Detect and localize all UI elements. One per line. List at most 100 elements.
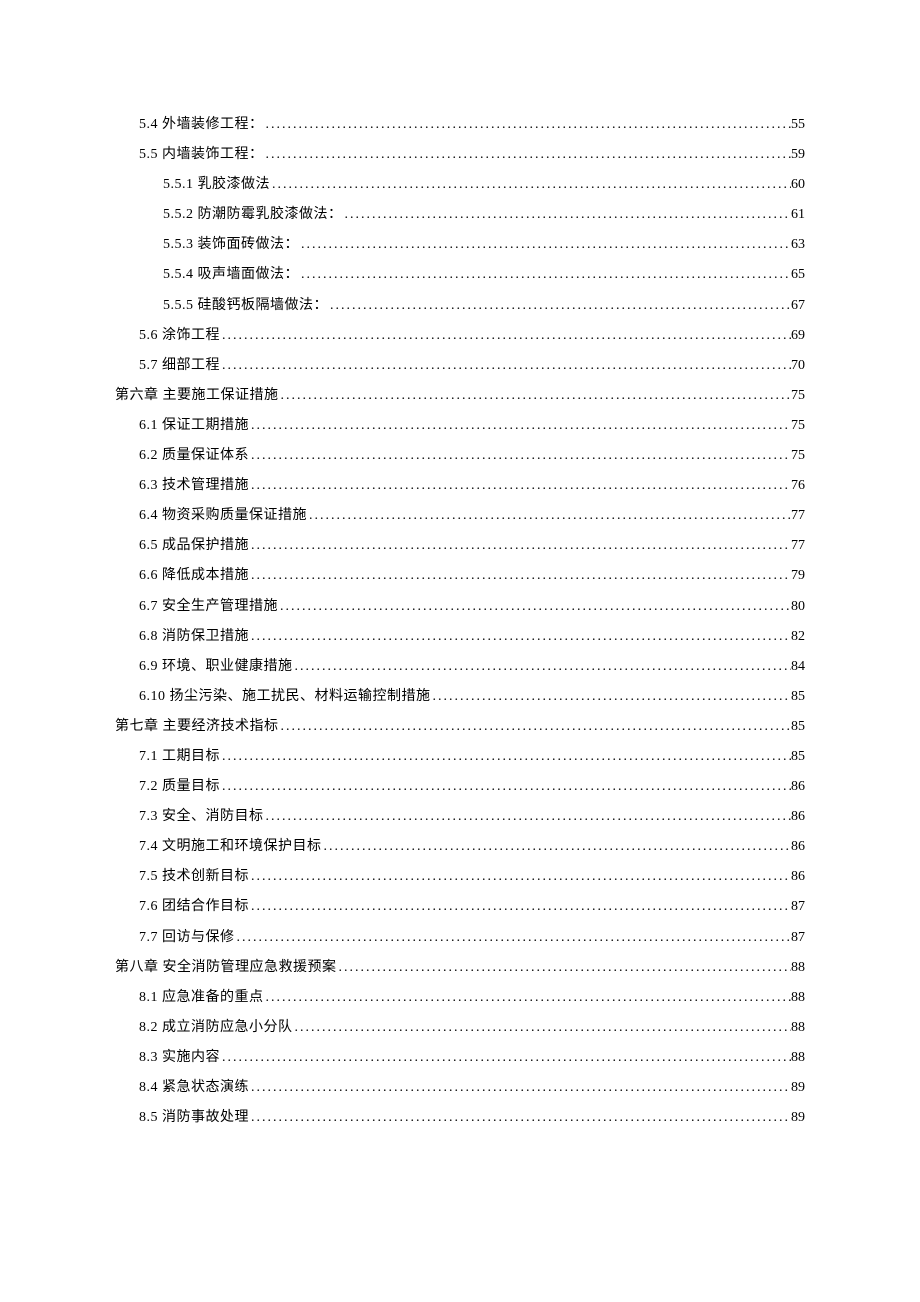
toc-entry-dots — [220, 321, 791, 351]
toc-entry: 6.10 扬尘污染、施工扰民、材料运输控制措施85 — [115, 682, 805, 712]
toc-entry-page: 65 — [791, 260, 805, 290]
toc-entry-page: 85 — [791, 712, 805, 742]
toc-entry-label: 8.5 消防事故处理 — [139, 1103, 249, 1133]
toc-entry-page: 87 — [791, 923, 805, 953]
toc-entry-dots — [249, 1073, 791, 1103]
toc-entry-label: 8.2 成立消防应急小分队 — [139, 1013, 293, 1043]
toc-entry: 5.5.4 吸声墙面做法： 65 — [115, 260, 805, 290]
toc-entry-label: 8.4 紧急状态演练 — [139, 1073, 249, 1103]
toc-entry-dots — [322, 832, 792, 862]
toc-entry-label: 8.3 实施内容 — [139, 1043, 220, 1073]
toc-entry: 第七章 主要经济技术指标 85 — [115, 712, 805, 742]
toc-entry: 7.3 安全、消防目标 86 — [115, 802, 805, 832]
toc-entry-label: 7.7 回访与保修 — [139, 923, 235, 953]
toc-entry-label: 7.2 质量目标 — [139, 772, 220, 802]
toc-entry-page: 85 — [791, 742, 805, 772]
toc-entry-page: 67 — [791, 291, 805, 321]
toc-entry-label: 5.7 细部工程 — [139, 351, 220, 381]
toc-entry-label: 5.5.3 装饰面砖做法： — [163, 230, 299, 260]
toc-entry-page: 86 — [791, 802, 805, 832]
toc-entry-label: 7.6 团结合作目标 — [139, 892, 249, 922]
toc-entry: 5.7 细部工程 70 — [115, 351, 805, 381]
toc-entry-label: 7.3 安全、消防目标 — [139, 802, 264, 832]
toc-entry-label: 6.2 质量保证体系 — [139, 441, 249, 471]
toc-entry: 6.9 环境、职业健康措施84 — [115, 652, 805, 682]
toc-entry: 6.3 技术管理措施76 — [115, 471, 805, 501]
toc-entry-page: 88 — [791, 1043, 805, 1073]
toc-entry-page: 89 — [791, 1103, 805, 1133]
toc-entry-dots — [249, 411, 791, 441]
toc-entry-page: 76 — [791, 471, 805, 501]
toc-entry-label: 6.1 保证工期措施 — [139, 411, 249, 441]
toc-entry-dots — [293, 1013, 792, 1043]
toc-entry-label: 5.5.4 吸声墙面做法： — [163, 260, 299, 290]
toc-entry-label: 6.7 安全生产管理措施 — [139, 592, 278, 622]
toc-entry: 6.5 成品保护措施 77 — [115, 531, 805, 561]
toc-entry-page: 60 — [791, 170, 805, 200]
toc-entry: 7.1 工期目标85 — [115, 742, 805, 772]
toc-entry-dots — [299, 230, 791, 260]
toc-entry-label: 6.9 环境、职业健康措施 — [139, 652, 293, 682]
toc-entry-label: 5.5.1 乳胶漆做法 — [163, 170, 270, 200]
toc-entry-page: 86 — [791, 862, 805, 892]
toc-entry-page: 75 — [791, 381, 805, 411]
toc-entry-page: 79 — [791, 561, 805, 591]
toc-entry-dots — [431, 682, 792, 712]
toc-entry: 5.4 外墙装修工程：55 — [115, 110, 805, 140]
toc-entry-page: 88 — [791, 983, 805, 1013]
toc-entry-page: 75 — [791, 411, 805, 441]
toc-entry: 6.8 消防保卫措施 82 — [115, 622, 805, 652]
toc-entry-dots — [279, 381, 792, 411]
toc-entry-page: 63 — [791, 230, 805, 260]
toc-entry-dots — [299, 260, 791, 290]
toc-entry: 6.6 降低成本措施79 — [115, 561, 805, 591]
toc-entry-label: 5.6 涂饰工程 — [139, 321, 220, 351]
toc-entry-dots — [264, 140, 792, 170]
toc-entry-dots — [220, 351, 791, 381]
toc-entry: 7.5 技术创新目标86 — [115, 862, 805, 892]
toc-entry: 7.2 质量目标86 — [115, 772, 805, 802]
toc-entry-dots — [270, 170, 791, 200]
toc-entry-page: 77 — [791, 531, 805, 561]
toc-entry: 8.5 消防事故处理 89 — [115, 1103, 805, 1133]
toc-entry-page: 59 — [791, 140, 805, 170]
toc-entry: 7.6 团结合作目标 87 — [115, 892, 805, 922]
toc-entry-dots — [249, 1103, 791, 1133]
toc-entry-page: 82 — [791, 622, 805, 652]
toc-entry: 第八章 安全消防管理应急救援预案88 — [115, 953, 805, 983]
toc-entry-dots — [343, 200, 792, 230]
toc-entry-dots — [307, 501, 791, 531]
toc-entry-page: 85 — [791, 682, 805, 712]
toc-entry-label: 第八章 安全消防管理应急救援预案 — [115, 953, 337, 983]
toc-entry: 5.5.1 乳胶漆做法 60 — [115, 170, 805, 200]
toc-entry-page: 80 — [791, 592, 805, 622]
toc-entry-page: 87 — [791, 892, 805, 922]
toc-entry-page: 77 — [791, 501, 805, 531]
toc-entry-page: 75 — [791, 441, 805, 471]
toc-entry-label: 5.5 内墙装饰工程： — [139, 140, 264, 170]
toc-entry-page: 70 — [791, 351, 805, 381]
toc-entry: 6.1 保证工期措施 75 — [115, 411, 805, 441]
table-of-contents: 5.4 外墙装修工程：555.5 内墙装饰工程：595.5.1 乳胶漆做法605… — [115, 110, 805, 1133]
toc-entry-label: 8.1 应急准备的重点 — [139, 983, 264, 1013]
toc-entry: 8.2 成立消防应急小分队88 — [115, 1013, 805, 1043]
toc-entry-dots — [220, 742, 791, 772]
toc-entry: 6.4 物资采购质量保证措施77 — [115, 501, 805, 531]
toc-entry-dots — [264, 983, 792, 1013]
toc-entry-page: 61 — [791, 200, 805, 230]
toc-entry-page: 89 — [791, 1073, 805, 1103]
toc-entry-label: 6.5 成品保护措施 — [139, 531, 249, 561]
toc-entry-dots — [279, 712, 792, 742]
toc-entry-dots — [249, 441, 791, 471]
toc-entry: 6.2 质量保证体系 75 — [115, 441, 805, 471]
toc-entry-label: 第六章 主要施工保证措施 — [115, 381, 279, 411]
toc-entry-dots — [293, 652, 792, 682]
toc-entry-dots — [328, 291, 791, 321]
toc-entry: 5.5.3 装饰面砖做法： 63 — [115, 230, 805, 260]
toc-entry-dots — [249, 892, 791, 922]
toc-entry-label: 6.8 消防保卫措施 — [139, 622, 249, 652]
toc-entry-label: 5.5.5 硅酸钙板隔墙做法： — [163, 291, 328, 321]
toc-entry-page: 69 — [791, 321, 805, 351]
toc-entry-label: 5.5.2 防潮防霉乳胶漆做法： — [163, 200, 343, 230]
toc-entry-label: 第七章 主要经济技术指标 — [115, 712, 279, 742]
